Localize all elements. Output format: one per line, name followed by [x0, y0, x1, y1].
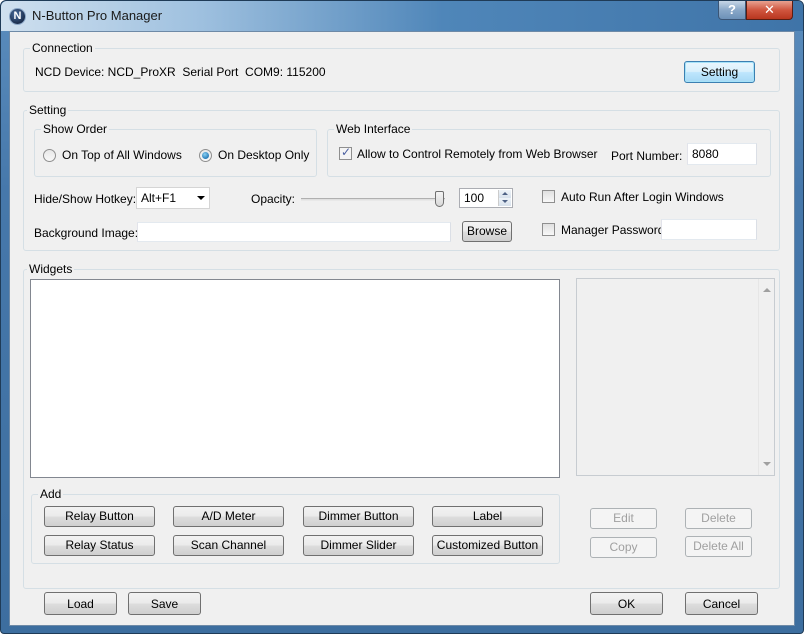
edit-button[interactable]: Edit	[590, 508, 657, 529]
client-area: Connection NCD Device: NCD_ProXR Serial …	[9, 31, 795, 626]
delete-button[interactable]: Delete	[685, 508, 752, 529]
add-scan-channel-button[interactable]: Scan Channel	[173, 535, 284, 556]
radio-desktop-only[interactable]	[199, 149, 212, 162]
hotkey-label: Hide/Show Hotkey:	[34, 192, 137, 206]
ok-button[interactable]: OK	[590, 592, 663, 615]
close-button[interactable]: ✕	[746, 1, 793, 20]
properties-scrollbar[interactable]	[758, 279, 774, 475]
add-dimmer-button[interactable]: Dimmer Button	[303, 506, 414, 527]
opacity-slider-thumb[interactable]	[435, 191, 444, 207]
chevron-down-icon	[197, 196, 205, 200]
port-number-label: Port Number:	[611, 149, 683, 163]
widgets-canvas[interactable]	[30, 279, 560, 478]
add-dimmer-slider-button[interactable]: Dimmer Slider	[303, 535, 414, 556]
connection-setting-button[interactable]: Setting	[684, 61, 755, 83]
radio-on-top-label[interactable]: On Top of All Windows	[62, 148, 182, 162]
window-title: N-Button Pro Manager	[32, 8, 163, 23]
radio-desktop-only-label[interactable]: On Desktop Only	[218, 148, 309, 162]
hotkey-select[interactable]: Alt+F1	[136, 187, 210, 209]
opacity-slider-track[interactable]	[301, 198, 445, 201]
opacity-spinbox[interactable]: 100	[459, 188, 513, 208]
browse-button[interactable]: Browse	[462, 221, 512, 242]
scroll-up-icon[interactable]	[763, 288, 771, 292]
add-ad-meter-button[interactable]: A/D Meter	[173, 506, 284, 527]
add-customized-button[interactable]: Customized Button	[432, 535, 543, 556]
scroll-down-icon[interactable]	[763, 462, 771, 466]
spin-down-icon[interactable]	[499, 198, 511, 206]
widget-properties-panel[interactable]	[576, 278, 775, 476]
widgets-group-label: Widgets	[27, 262, 75, 276]
radio-on-top[interactable]	[43, 149, 56, 162]
web-interface-group-label: Web Interface	[334, 122, 413, 136]
manager-password-checkbox[interactable]	[542, 223, 555, 236]
allow-remote-checkbox[interactable]	[339, 145, 352, 160]
help-button[interactable]: ?	[718, 1, 746, 20]
delete-all-button[interactable]: Delete All	[685, 536, 752, 557]
add-relay-status-button[interactable]: Relay Status	[44, 535, 155, 556]
port-number-input[interactable]	[687, 143, 757, 165]
add-label-button[interactable]: Label	[432, 506, 543, 527]
auto-run-checkbox[interactable]	[542, 190, 555, 203]
opacity-value: 100	[464, 191, 485, 205]
connection-status: NCD Device: NCD_ProXR Serial Port COM9: …	[35, 65, 326, 79]
hotkey-value: Alt+F1	[141, 191, 177, 205]
background-image-input[interactable]	[137, 222, 451, 242]
copy-button[interactable]: Copy	[590, 537, 657, 558]
add-group-label: Add	[38, 487, 64, 501]
opacity-spin-buttons	[498, 190, 511, 206]
load-button[interactable]: Load	[44, 592, 117, 615]
background-image-label: Background Image:	[34, 226, 139, 240]
app-logo-icon: N	[9, 8, 26, 25]
save-button[interactable]: Save	[128, 592, 201, 615]
opacity-label: Opacity:	[251, 192, 296, 206]
show-order-group-label: Show Order	[41, 122, 110, 136]
manager-password-input[interactable]	[661, 219, 757, 240]
setting-group-label: Setting	[27, 103, 69, 117]
app-window: N N-Button Pro Manager ? ✕ Connection NC…	[0, 0, 804, 634]
add-relay-button[interactable]: Relay Button	[44, 506, 155, 527]
allow-remote-label[interactable]: Allow to Control Remotely from Web Brows…	[357, 147, 598, 161]
auto-run-label[interactable]: Auto Run After Login Windows	[561, 190, 724, 204]
manager-password-label[interactable]: Manager Password	[561, 223, 664, 237]
cancel-button[interactable]: Cancel	[685, 592, 758, 615]
title-bar[interactable]: N N-Button Pro Manager ? ✕	[1, 1, 803, 31]
connection-group-label: Connection	[30, 41, 95, 55]
spin-up-icon[interactable]	[499, 190, 511, 198]
